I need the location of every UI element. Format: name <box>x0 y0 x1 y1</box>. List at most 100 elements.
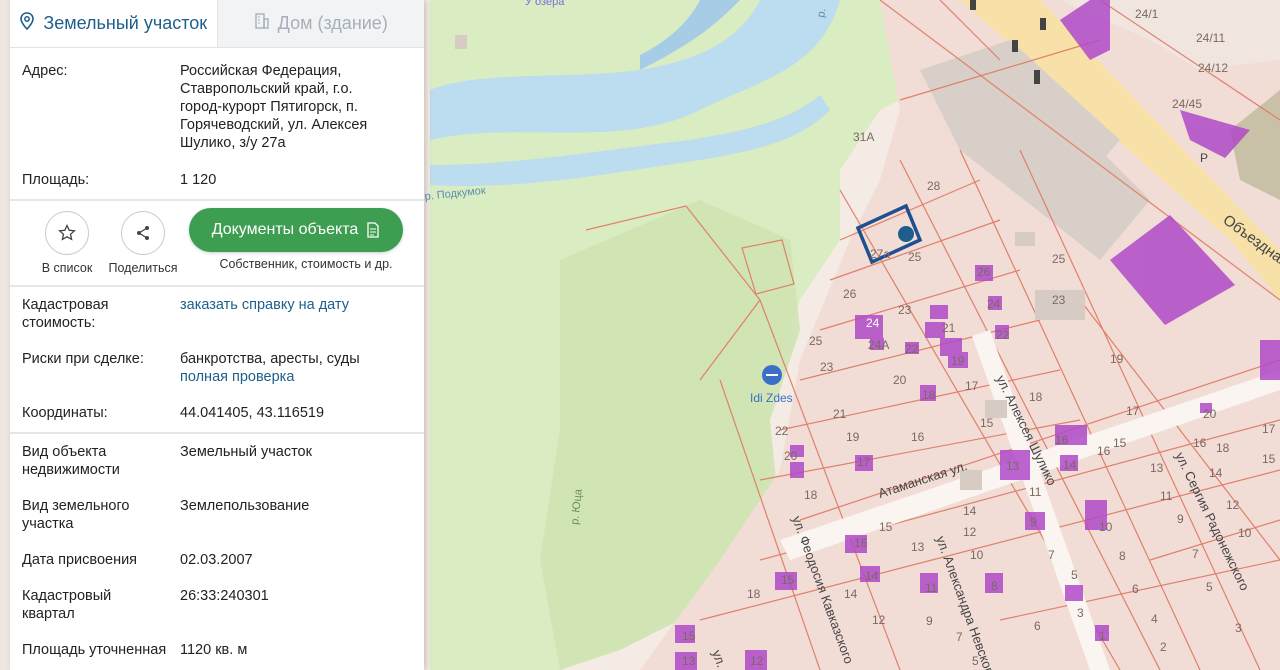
svg-text:15: 15 <box>980 416 994 430</box>
label-line: Вид земельного <box>22 498 130 514</box>
svg-text:9: 9 <box>1030 515 1037 529</box>
svg-text:15: 15 <box>682 629 696 643</box>
quarter-row: Кадастровый квартал 26:33:240301 <box>22 587 412 623</box>
svg-text:10: 10 <box>970 548 984 562</box>
risks-label: Риски при сделке: <box>22 351 144 367</box>
address-line: Ставропольский край, г.о. <box>180 81 353 97</box>
star-icon <box>58 224 76 241</box>
risks-value: банкротства, аресты, суды полная проверк… <box>180 350 412 386</box>
svg-text:7: 7 <box>1192 547 1199 561</box>
svg-text:16: 16 <box>1055 433 1069 447</box>
svg-text:17: 17 <box>1262 422 1276 436</box>
documents-subtitle: Собственник, стоимость и др. <box>219 257 393 271</box>
area-label: Площадь: <box>22 172 90 188</box>
label-line: участка <box>22 516 74 532</box>
quarter-label: Кадастровый квартал <box>22 587 180 623</box>
svg-text:10: 10 <box>1099 520 1113 534</box>
svg-text:25: 25 <box>908 250 922 264</box>
land-type-label: Вид земельного участка <box>22 497 180 533</box>
svg-text:17: 17 <box>1126 404 1140 418</box>
svg-text:12: 12 <box>1226 498 1240 512</box>
address-line: город-курорт Пятигорск, п. <box>180 99 358 115</box>
building-icon <box>254 13 270 34</box>
svg-text:18: 18 <box>804 488 818 502</box>
land-type-value: Землепользование <box>180 498 310 514</box>
documents-button[interactable]: Документы объекта <box>189 208 403 252</box>
full-check-link[interactable]: полная проверка <box>180 368 412 386</box>
land-type-row: Вид земельного участка Землепользование <box>22 497 412 533</box>
svg-text:18: 18 <box>1029 390 1043 404</box>
svg-text:3: 3 <box>1077 606 1084 620</box>
svg-text:У озера: У озера <box>525 0 565 8</box>
svg-text:12: 12 <box>963 525 977 539</box>
svg-text:24А: 24А <box>868 338 889 352</box>
risks-text: банкротства, аресты, суды <box>180 351 360 367</box>
svg-text:16: 16 <box>1097 444 1111 458</box>
svg-text:23: 23 <box>1052 293 1066 307</box>
object-type-value: Земельный участок <box>180 444 312 460</box>
assign-date-label: Дата присвоения <box>22 552 138 568</box>
svg-text:15: 15 <box>1262 452 1276 466</box>
svg-text:22: 22 <box>996 328 1010 342</box>
area-value: 1 120 <box>180 172 217 188</box>
svg-text:15: 15 <box>781 573 795 587</box>
map-pin-icon <box>19 12 35 35</box>
svg-text:13: 13 <box>682 654 696 668</box>
svg-text:19: 19 <box>951 354 965 368</box>
tab-bar: Земельный участок Дом (здание) <box>10 0 424 48</box>
svg-text:13: 13 <box>911 540 925 554</box>
risks-row: Риски при сделке: банкротства, аресты, с… <box>22 350 412 386</box>
svg-text:14: 14 <box>1063 458 1077 472</box>
svg-text:1: 1 <box>1099 629 1106 643</box>
share-label: Поделиться <box>108 261 178 275</box>
svg-text:24/11: 24/11 <box>1196 31 1225 45</box>
label-line: недвижимости <box>22 462 120 478</box>
svg-text:20: 20 <box>893 373 907 387</box>
svg-text:15: 15 <box>879 520 893 534</box>
svg-text:24/45: 24/45 <box>1172 97 1202 111</box>
map-left-edge <box>0 0 10 670</box>
share-button[interactable]: Поделиться <box>98 211 188 275</box>
svg-text:5: 5 <box>1206 580 1213 594</box>
svg-text:12: 12 <box>872 613 886 627</box>
svg-text:2: 2 <box>1160 640 1167 654</box>
svg-text:14: 14 <box>963 504 977 518</box>
label-line: Кадастровый <box>22 588 112 604</box>
svg-text:27а: 27а <box>870 247 890 261</box>
svg-text:20: 20 <box>784 449 798 463</box>
object-type-label: Вид объекта недвижимости <box>22 443 180 479</box>
label-line: Кадастровая <box>22 297 109 313</box>
svg-text:8: 8 <box>1119 549 1126 563</box>
svg-text:24/1: 24/1 <box>1135 7 1159 21</box>
svg-text:9: 9 <box>926 614 933 628</box>
selected-parcel-marker[interactable] <box>898 226 914 242</box>
svg-text:19: 19 <box>846 430 860 444</box>
svg-text:11: 11 <box>925 581 938 595</box>
svg-text:6: 6 <box>1132 582 1139 596</box>
svg-text:11: 11 <box>1160 489 1173 503</box>
tab-building[interactable]: Дом (здание) <box>216 0 424 47</box>
svg-text:22: 22 <box>775 424 789 438</box>
svg-text:25: 25 <box>1052 252 1066 266</box>
order-certificate-link[interactable]: заказать справку на дату <box>180 296 412 332</box>
documents-button-label: Документы объекта <box>211 221 359 238</box>
svg-text:8: 8 <box>991 579 998 593</box>
svg-text:12: 12 <box>750 654 764 668</box>
svg-text:14: 14 <box>844 587 858 601</box>
tab-land-plot[interactable]: Земельный участок <box>10 0 217 47</box>
cadastral-value-row: Кадастровая стоимость: заказать справку … <box>22 296 412 332</box>
label-line: Вид объекта <box>22 444 107 460</box>
svg-text:24: 24 <box>866 316 880 330</box>
svg-text:18: 18 <box>922 388 936 402</box>
document-icon <box>367 222 379 238</box>
svg-text:11: 11 <box>1029 485 1042 499</box>
quarter-value: 26:33:240301 <box>180 588 269 604</box>
object-type-row: Вид объекта недвижимости Земельный участ… <box>22 443 412 479</box>
svg-text:16: 16 <box>1193 436 1207 450</box>
area-row: Площадь: 1 120 <box>22 171 412 189</box>
svg-text:22: 22 <box>905 342 919 356</box>
address-line: Горячеводский, ул. Алексея <box>180 117 368 133</box>
address-line: Российская Федерация, <box>180 63 342 79</box>
svg-text:15: 15 <box>1113 436 1127 450</box>
svg-text:21: 21 <box>833 407 847 421</box>
